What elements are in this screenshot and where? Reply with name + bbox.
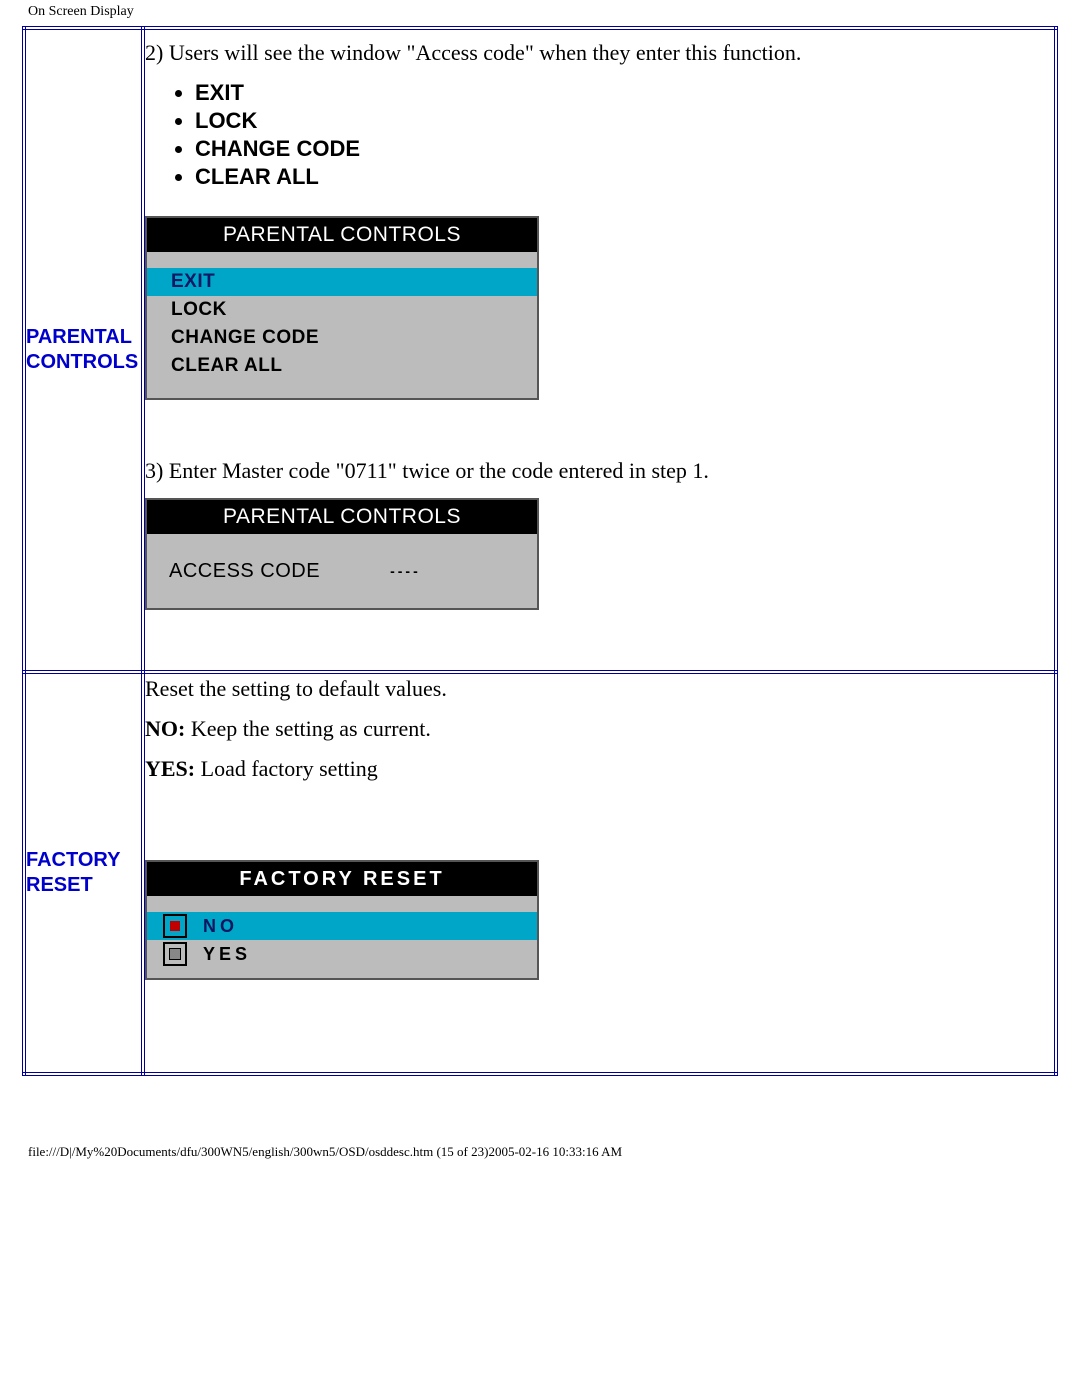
list-item: CHANGE CODE xyxy=(195,136,1054,162)
osd-parental-menu: PARENTAL CONTROLS EXIT LOCK CHANGE CODE … xyxy=(145,216,539,400)
osd-access-row: ACCESS CODE ---- xyxy=(147,534,537,608)
label-factory-line1: FACTORY xyxy=(26,849,120,871)
checkbox-unselected-icon xyxy=(163,942,187,966)
osd-pad xyxy=(147,380,537,398)
osd-item-yes-label: YES xyxy=(203,944,251,965)
osd-title: PARENTAL CONTROLS xyxy=(147,500,537,534)
osd-item-no[interactable]: NO xyxy=(147,912,537,940)
osd-gap xyxy=(147,896,537,912)
row-parental-controls: PARENTAL CONTROLS 2) Users will see the … xyxy=(24,28,1056,672)
option-exit: EXIT xyxy=(195,80,244,105)
yes-text: Load factory setting xyxy=(195,756,378,781)
checkbox-selected-icon xyxy=(163,914,187,938)
osd-parental-access: PARENTAL CONTROLS ACCESS CODE ---- xyxy=(145,498,539,610)
label-parental-line2: CONTROLS xyxy=(26,351,138,373)
option-change-code: CHANGE CODE xyxy=(195,136,360,161)
right-cell-parental: 2) Users will see the window "Access cod… xyxy=(143,28,1056,672)
yes-label: YES: xyxy=(145,756,195,781)
no-text: Keep the setting as current. xyxy=(185,716,431,741)
osd-title: FACTORY RESET xyxy=(147,862,537,896)
factory-yes-line: YES: Load factory setting xyxy=(145,756,1054,782)
osd-body: NO YES xyxy=(147,896,537,978)
page-header: On Screen Display xyxy=(0,0,1080,26)
access-code-label: ACCESS CODE xyxy=(169,560,320,583)
osd-title: PARENTAL CONTROLS xyxy=(147,218,537,252)
factory-no-line: NO: Keep the setting as current. xyxy=(145,716,1054,742)
content-table: PARENTAL CONTROLS 2) Users will see the … xyxy=(22,26,1058,1076)
osd-factory-reset: FACTORY RESET NO YES xyxy=(145,860,539,980)
section-label-factory: FACTORY RESET xyxy=(26,848,141,898)
label-factory-line2: RESET xyxy=(26,874,93,896)
right-cell-factory: Reset the setting to default values. NO:… xyxy=(143,672,1056,1074)
step3-text: 3) Enter Master code "0711" twice or the… xyxy=(145,458,1054,484)
list-item: LOCK xyxy=(195,108,1054,134)
left-cell-factory: FACTORY RESET xyxy=(24,672,143,1074)
option-lock: LOCK xyxy=(195,108,257,133)
list-item: EXIT xyxy=(195,80,1054,106)
row-factory-reset: FACTORY RESET Reset the setting to defau… xyxy=(24,672,1056,1074)
osd-item-lock[interactable]: LOCK xyxy=(147,296,537,324)
option-list: EXIT LOCK CHANGE CODE CLEAR ALL xyxy=(195,80,1054,190)
access-code-value[interactable]: ---- xyxy=(390,563,421,579)
osd-item-no-label: NO xyxy=(203,916,238,937)
step2-text: 2) Users will see the window "Access cod… xyxy=(145,40,1054,66)
osd-item-yes[interactable]: YES xyxy=(147,940,537,968)
osd-item-clear-all[interactable]: CLEAR ALL xyxy=(147,352,537,380)
osd-gap xyxy=(147,252,537,268)
page-footer: file:///D|/My%20Documents/dfu/300WN5/eng… xyxy=(0,1076,1080,1184)
list-item: CLEAR ALL xyxy=(195,164,1054,190)
osd-item-change-code[interactable]: CHANGE CODE xyxy=(147,324,537,352)
option-clear-all: CLEAR ALL xyxy=(195,164,319,189)
left-cell-parental: PARENTAL CONTROLS xyxy=(24,28,143,672)
osd-item-exit[interactable]: EXIT xyxy=(147,268,537,296)
factory-intro: Reset the setting to default values. xyxy=(145,676,1054,702)
section-label-parental: PARENTAL CONTROLS xyxy=(26,325,141,375)
no-label: NO: xyxy=(145,716,185,741)
osd-body: EXIT LOCK CHANGE CODE CLEAR ALL xyxy=(147,252,537,398)
label-parental-line1: PARENTAL xyxy=(26,326,132,348)
